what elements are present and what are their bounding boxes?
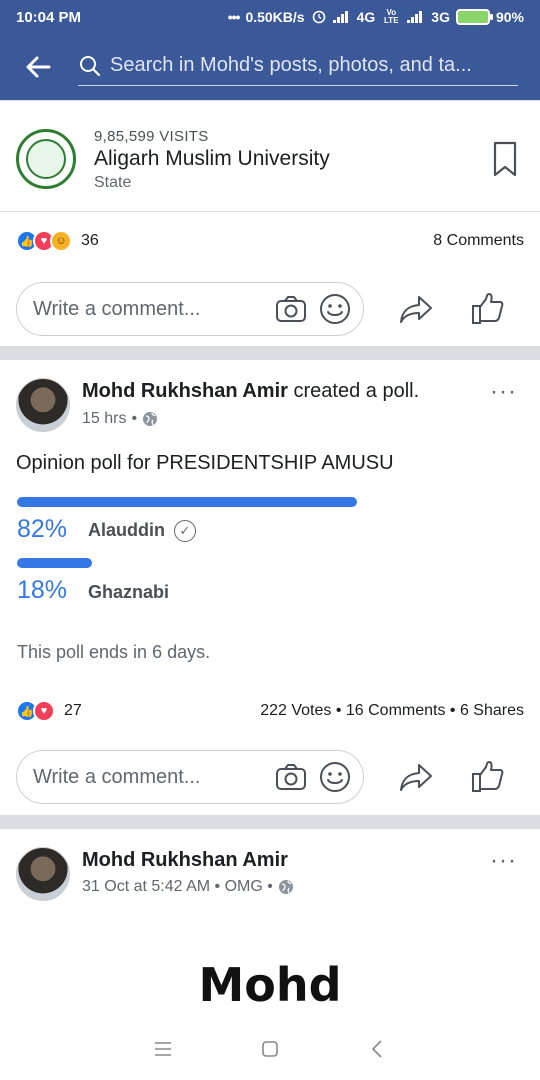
- volte-badge: Vo LTE: [384, 8, 399, 25]
- share-arrow-icon: [400, 296, 432, 323]
- camera-icon[interactable]: [275, 763, 307, 791]
- like-button[interactable]: [458, 750, 518, 804]
- love-reaction-icon: ♥: [33, 700, 55, 722]
- poll-option-percent[interactable]: 18%: [17, 576, 67, 605]
- post-image[interactable]: Mohd: [0, 930, 540, 1020]
- reaction-icons: 👍 ♥ ☺: [16, 230, 72, 252]
- page-name[interactable]: Aligarh Muslim University: [94, 147, 330, 171]
- status-time: 10:04 PM: [16, 8, 82, 26]
- home-square-icon: [262, 1041, 278, 1057]
- reaction-count: 36: [81, 232, 99, 249]
- network-speed: 0.50KB/s: [245, 9, 305, 25]
- poll-end-notice: This poll ends in 6 days.: [17, 642, 211, 662]
- share-button[interactable]: [386, 750, 446, 804]
- network-type-1: 4G: [356, 9, 376, 25]
- battery-icon: [455, 9, 493, 25]
- signal-icon-2: [407, 11, 425, 23]
- thumbs-up-icon: [472, 293, 504, 324]
- globe-icon: [143, 412, 158, 426]
- back-nav-button[interactable]: [357, 1029, 397, 1069]
- post-meta: 15 hrs •: [82, 410, 158, 428]
- status-bar: 10:04 PM ••• 0.50KB/s 4G Vo LTE 3G 90%: [0, 0, 540, 34]
- divider: [0, 211, 540, 212]
- share-arrow-icon: [400, 764, 432, 791]
- more-dots-icon: ···: [490, 378, 517, 405]
- poll-option-label[interactable]: Alauddin: [88, 520, 165, 541]
- comment-row: Write a comment...: [16, 750, 524, 804]
- status-icons: ••• 0.50KB/s 4G Vo LTE 3G 90%: [228, 8, 524, 27]
- comment-input[interactable]: Write a comment...: [16, 750, 364, 804]
- poll-result-bar: [17, 497, 357, 507]
- search-header: Search in Mohd's posts, photos, and ta..…: [0, 34, 540, 100]
- globe-icon: [278, 880, 293, 894]
- arrow-left-icon: [26, 56, 51, 78]
- thumbs-up-icon: [472, 761, 504, 792]
- reactions-row[interactable]: 👍 ♥ 27 222 Votes • 16 Comments • 6 Share…: [16, 700, 524, 722]
- university-logo: [16, 129, 76, 189]
- reactions-row[interactable]: 👍 ♥ ☺ 36 8 Comments: [16, 230, 524, 252]
- poll-option-percent[interactable]: 82%: [17, 515, 67, 544]
- page-visits: 9,85,599 VISITS: [94, 128, 209, 145]
- smiley-icon[interactable]: [319, 761, 351, 793]
- comment-placeholder: Write a comment...: [33, 297, 201, 320]
- smiley-icon[interactable]: [319, 293, 351, 325]
- post-meta-text[interactable]: 31 Oct at 5:42 AM • OMG •: [82, 878, 273, 896]
- divider: [0, 346, 540, 360]
- haha-reaction-icon: ☺: [50, 230, 72, 252]
- post-author[interactable]: Mohd Rukhshan Amir: [82, 849, 288, 872]
- comment-row: Write a comment...: [16, 282, 524, 336]
- page-type: State: [94, 174, 132, 191]
- reaction-icons: 👍 ♥: [16, 700, 55, 722]
- search-input[interactable]: Search in Mohd's posts, photos, and ta..…: [110, 54, 472, 77]
- post-action: created a poll.: [293, 380, 420, 402]
- network-type-2: 3G: [431, 9, 450, 25]
- avatar[interactable]: [16, 847, 70, 901]
- reaction-count: 27: [64, 702, 82, 719]
- more-options-button[interactable]: ···: [490, 378, 517, 406]
- more-dots-icon: ···: [490, 847, 517, 874]
- like-button[interactable]: [458, 282, 518, 336]
- more-options-button[interactable]: ···: [490, 847, 517, 875]
- divider: [0, 815, 540, 829]
- poll-result-bar: [17, 558, 92, 568]
- battery-level: 90%: [495, 9, 524, 25]
- menu-button[interactable]: [143, 1029, 183, 1069]
- meta-separator: •: [131, 410, 138, 427]
- post-time[interactable]: 15 hrs: [82, 410, 126, 428]
- avatar[interactable]: [16, 378, 70, 432]
- comment-input[interactable]: Write a comment...: [16, 282, 364, 336]
- alarm-icon: [311, 8, 327, 27]
- search-bar[interactable]: Search in Mohd's posts, photos, and ta..…: [78, 46, 518, 86]
- post-author-line: Mohd Rukhshan Amir created a poll.: [82, 380, 419, 403]
- check-circle-icon: ✓: [174, 520, 196, 542]
- notification-dots-icon: •••: [227, 9, 241, 25]
- poll-question: Opinion poll for PRESIDENTSHIP AMUSU: [16, 452, 394, 474]
- comment-placeholder: Write a comment...: [33, 765, 201, 788]
- search-icon: [80, 55, 101, 76]
- post-image-text: Mohd: [198, 958, 342, 1012]
- post-stats[interactable]: 222 Votes • 16 Comments • 6 Shares: [260, 702, 524, 720]
- comments-count[interactable]: 8 Comments: [433, 232, 524, 250]
- poll-option-label[interactable]: Ghaznabi: [88, 582, 169, 603]
- menu-icon: [155, 1042, 172, 1056]
- post-meta: 31 Oct at 5:42 AM • OMG •: [82, 878, 294, 896]
- share-button[interactable]: [386, 282, 446, 336]
- bookmark-button[interactable]: [492, 141, 518, 182]
- chevron-left-icon: [371, 1040, 382, 1058]
- home-button[interactable]: [250, 1029, 290, 1069]
- back-button[interactable]: [0, 34, 76, 100]
- camera-icon[interactable]: [275, 295, 307, 323]
- android-navbar: [0, 1018, 540, 1080]
- bookmark-icon: [493, 141, 517, 177]
- signal-icon: [332, 11, 351, 23]
- post-author[interactable]: Mohd Rukhshan Amir: [82, 380, 288, 402]
